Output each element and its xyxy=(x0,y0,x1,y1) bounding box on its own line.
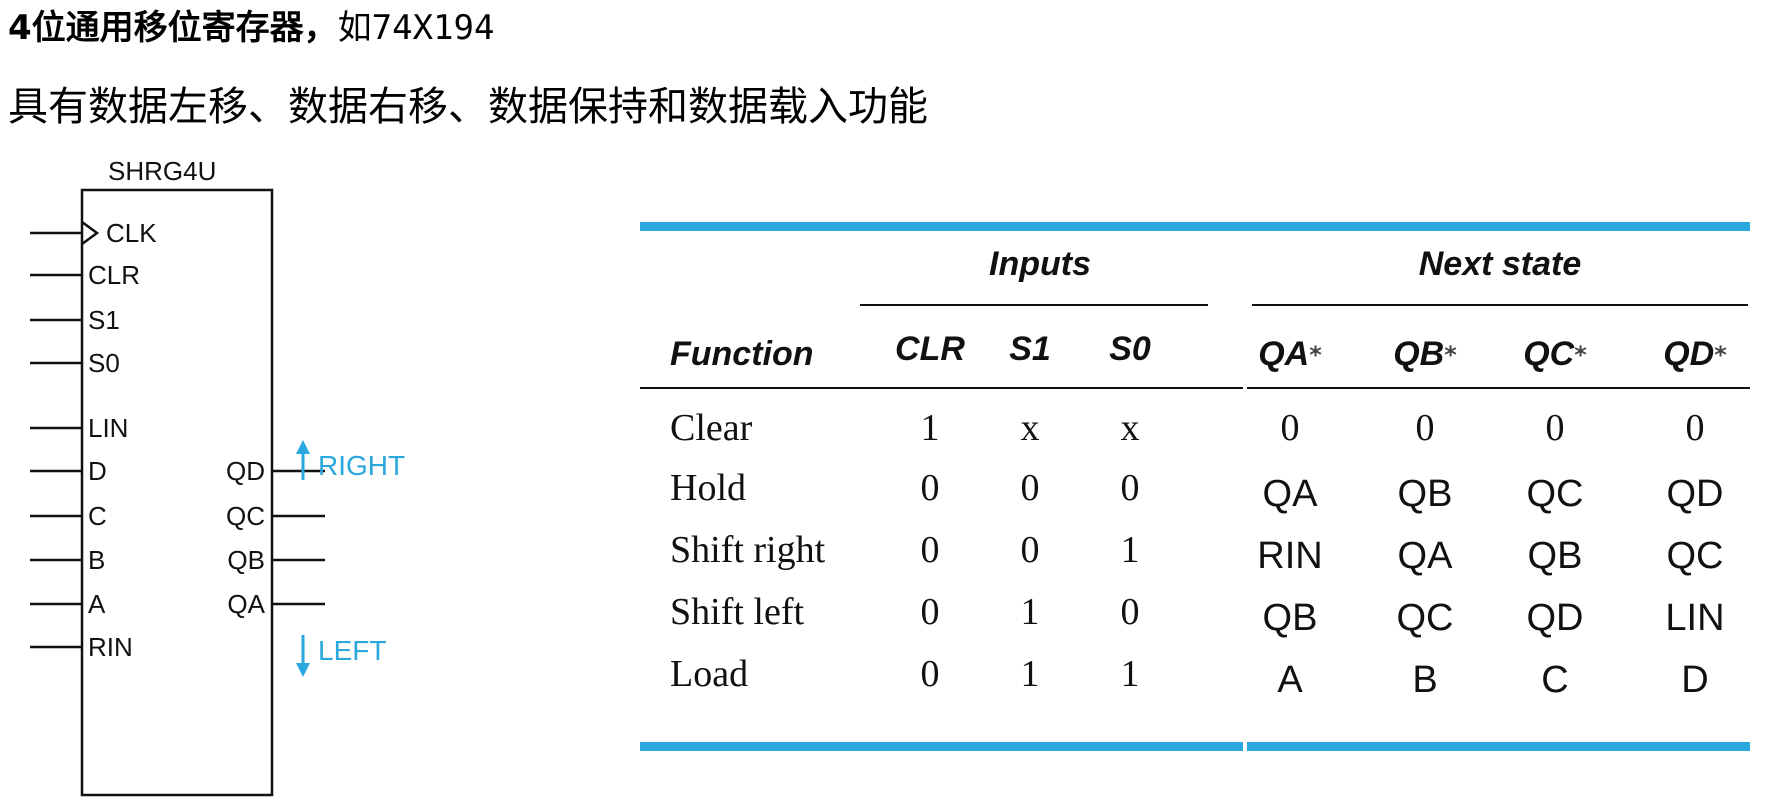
title-device-text: 如74X194 xyxy=(337,8,495,48)
input-cell-s1: x xyxy=(1021,407,1040,449)
next-state-cell-qa: QB xyxy=(1263,597,1318,639)
table-row: Load 0 1 1 A B C D xyxy=(670,653,1709,701)
next-state-cell-qd: 0 xyxy=(1686,407,1705,449)
next-state-cell-qb: 0 xyxy=(1416,407,1435,449)
table-body: Clear 1 x x 0 0 0 0 Hold 0 0 0 QA QB QC QD Shift right 0 0… xyxy=(670,407,1725,701)
table-row: Clear 1 x x 0 0 0 0 xyxy=(670,407,1705,449)
function-cell: Shift left xyxy=(670,591,804,633)
input-header-clr: CLR xyxy=(895,330,965,368)
next-state-cell-qd: QC xyxy=(1667,535,1724,577)
pin-label-c: C xyxy=(88,501,107,531)
input-header-s0: S0 xyxy=(1109,330,1151,368)
state-header-qa: QA* xyxy=(1258,335,1322,373)
input-cell-s1: 1 xyxy=(1021,591,1040,633)
pin-label-d: D xyxy=(88,456,107,486)
left-pin-group: CLK CLR S1 S0 LIN DCBA RIN xyxy=(30,218,157,662)
table-row: Hold 0 0 0 QA QB QC QD xyxy=(670,467,1724,515)
table-bottom-gap xyxy=(1243,742,1247,751)
next-state-cell-qa: QA xyxy=(1263,473,1319,515)
right-label: RIGHT xyxy=(318,450,405,481)
next-state-cell-qb: QB xyxy=(1398,473,1453,515)
pin-label-qb: QB xyxy=(227,545,265,575)
input-cell-clr: 0 xyxy=(921,467,940,509)
chip-name: SHRG4U xyxy=(108,160,216,186)
function-table: Inputs Next state Function CLR S1 S0 QA* QB… xyxy=(640,222,1750,751)
input-header-group: CLR S1 S0 xyxy=(895,330,1151,368)
table-row: Shift left 0 1 0 QB QC QD LIN xyxy=(670,591,1725,639)
pin-label-qc: QC xyxy=(226,501,265,531)
up-arrow-icon xyxy=(296,440,310,454)
next-state-cell-qa: 0 xyxy=(1281,407,1300,449)
next-state-cell-qd: D xyxy=(1681,659,1708,701)
input-header-s1: S1 xyxy=(1009,330,1051,368)
input-cell-s0: x xyxy=(1121,407,1140,449)
next-state-cell-qc: QB xyxy=(1528,535,1583,577)
pin-label-s0: S0 xyxy=(88,348,120,378)
pin-label-s1: S1 xyxy=(88,305,120,335)
page-subtitle: 具有数据左移、数据右移、数据保持和数据载入功能 xyxy=(8,84,928,130)
title-bold-text: 4位通用移位寄存器， xyxy=(8,8,338,48)
pin-label-rin: RIN xyxy=(88,632,133,662)
next-state-cell-qa: RIN xyxy=(1257,535,1322,577)
next-state-cell-qc: QD xyxy=(1527,597,1584,639)
pin-label-qa: QA xyxy=(227,589,265,619)
function-header: Function xyxy=(670,335,814,373)
next-state-cell-qc: 0 xyxy=(1546,407,1565,449)
clock-triangle-icon xyxy=(81,220,100,246)
next-state-cell-qc: C xyxy=(1541,659,1568,701)
pin-label-b: B xyxy=(88,545,105,575)
function-cell: Load xyxy=(670,653,748,695)
input-cell-clr: 0 xyxy=(921,653,940,695)
next-state-group-header: Next state xyxy=(1419,245,1582,283)
down-arrow-icon xyxy=(296,663,310,677)
pin-label-lin: LIN xyxy=(88,413,128,443)
input-cell-s0: 0 xyxy=(1121,591,1140,633)
right-direction-indicator: RIGHT xyxy=(296,440,405,481)
pin-label-qd: QD xyxy=(226,456,265,486)
input-cell-s0: 0 xyxy=(1121,467,1140,509)
state-header-qb: QB* xyxy=(1393,335,1457,373)
page-title: 4位通用移位寄存器，如74X194 xyxy=(8,6,495,50)
function-cell: Hold xyxy=(670,467,746,509)
function-cell: Clear xyxy=(670,407,753,449)
state-header-group: QA* QB* QC* QD* xyxy=(1258,335,1727,373)
inputs-group-header: Inputs xyxy=(989,245,1091,283)
pin-label-clr: CLR xyxy=(88,260,140,290)
pin-label-a: A xyxy=(88,589,106,619)
input-cell-s0: 1 xyxy=(1121,529,1140,571)
right-pin-group: QD QC QB QA xyxy=(226,456,325,619)
input-cell-clr: 0 xyxy=(921,529,940,571)
input-cell-s0: 1 xyxy=(1121,653,1140,695)
left-label: LEFT xyxy=(318,635,386,666)
next-state-cell-qd: LIN xyxy=(1665,597,1724,639)
next-state-cell-qc: QC xyxy=(1527,473,1584,515)
state-header-qc: QC* xyxy=(1523,335,1587,373)
state-header-qd: QD* xyxy=(1663,335,1727,373)
next-state-cell-qb: QA xyxy=(1398,535,1454,577)
shift-register-symbol: SHRG4U CLK CLR S1 S0 LIN DCBA RIN QD QC QB QA RIG… xyxy=(30,160,405,797)
table-top-rule xyxy=(640,222,1750,231)
pin-label-clk: CLK xyxy=(106,218,157,248)
function-cell: Shift right xyxy=(670,529,826,571)
next-state-cell-qb: B xyxy=(1412,659,1437,701)
input-cell-clr: 1 xyxy=(921,407,940,449)
table-row: Shift right 0 0 1 RIN QA QB QC xyxy=(670,529,1724,577)
next-state-cell-qa: A xyxy=(1277,659,1303,701)
input-cell-s1: 0 xyxy=(1021,467,1040,509)
input-cell-clr: 0 xyxy=(921,591,940,633)
left-direction-indicator: LEFT xyxy=(296,635,386,677)
table-bottom-rule xyxy=(640,742,1750,751)
input-cell-s1: 1 xyxy=(1021,653,1040,695)
next-state-cell-qb: QC xyxy=(1397,597,1454,639)
next-state-cell-qd: QD xyxy=(1667,473,1724,515)
input-cell-s1: 0 xyxy=(1021,529,1040,571)
